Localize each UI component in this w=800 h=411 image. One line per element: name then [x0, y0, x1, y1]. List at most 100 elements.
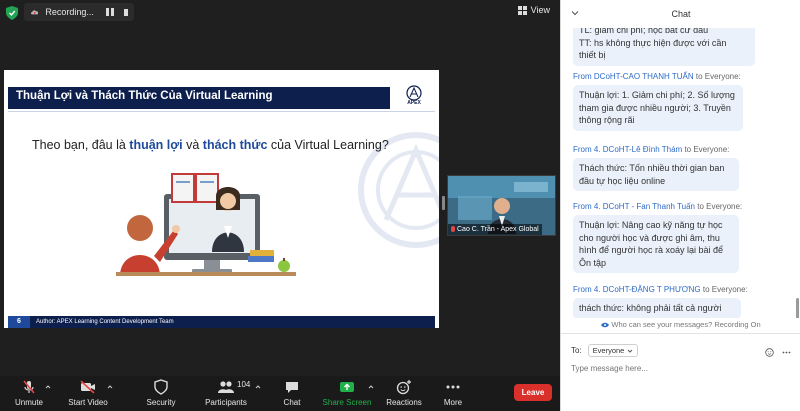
- panel-resize-handle[interactable]: [442, 196, 445, 210]
- view-label: View: [530, 5, 550, 15]
- chat-divider: [561, 333, 800, 334]
- participant-name-text: Cao C. Trần - Apex Global: [457, 226, 539, 233]
- more-label: More: [443, 398, 463, 407]
- grid-icon: [517, 5, 527, 15]
- sender-name: From 4. DCoHT-Lê Đình Thám: [573, 145, 683, 154]
- shield-icon[interactable]: [6, 6, 18, 20]
- chat-message-bubble: Thách thức: Tốn nhiều thời gian ban đầu …: [573, 158, 739, 191]
- message-line: thông rộng rãi: [579, 115, 635, 125]
- apex-logo-text: APEX: [407, 100, 421, 106]
- message-sender: From 4. DCoHT-ĐẶNG T PHƯƠNG to Everyone:: [573, 285, 748, 294]
- participant-video-tile[interactable]: Cao C. Trần - Apex Global: [447, 175, 556, 236]
- message-line: thách thức: không phải tất cả người: [579, 303, 722, 313]
- chevron-down-icon: [628, 349, 633, 353]
- chat-message-bubble: Thuận lợi: 1. Giảm chi phí; 2. Số lượng …: [573, 85, 743, 131]
- shield-icon: [154, 379, 168, 395]
- security-label: Security: [146, 398, 176, 407]
- unmute-label: Unmute: [14, 398, 43, 407]
- slide-title: Thuận Lợi và Thách Thức Của Virtual Lear…: [16, 90, 273, 102]
- message-line: Thách thức: Tốn nhiều thời gian ban: [579, 163, 725, 173]
- to-label: To:: [571, 346, 582, 355]
- cloud-record-icon: [31, 10, 39, 15]
- message-sender: From 4. DCoHT-Lê Đình Thám to Everyone:: [573, 145, 729, 154]
- more-dots-icon: [446, 385, 460, 389]
- message-line: Thuận lợi: Nâng cao kỹ năng tự học: [579, 220, 723, 230]
- sender-name: From DCoHT-CAO THANH TUẤN: [573, 72, 694, 81]
- video-off-icon: [80, 380, 95, 394]
- message-line: cho người học và được ghi âm, thu: [579, 232, 720, 243]
- privacy-note-text: Who can see your messages? Recording On: [611, 320, 761, 329]
- recording-label: Recording...: [45, 7, 94, 17]
- question-prefix: Theo bạn, đâu là: [32, 138, 130, 152]
- message-line: Thuận lợi: 1. Giảm chi phí; 2. Số lượng: [579, 90, 735, 100]
- shared-slide: Thuận Lợi và Thách Thức Của Virtual Lear…: [4, 70, 439, 328]
- recipient: to Everyone:: [684, 145, 730, 154]
- message-sender: From DCoHT-CAO THANH TUẤN to Everyone:: [573, 72, 741, 81]
- recipient-select[interactable]: Everyone: [587, 344, 639, 357]
- question-highlight-challenges: thách thức: [202, 138, 268, 152]
- pause-recording-icon[interactable]: [105, 8, 114, 16]
- start-video-button[interactable]: Start Video: [66, 379, 110, 409]
- sender-name: From 4. DCoHT-ĐẶNG T PHƯƠNG: [573, 285, 701, 294]
- message-line: đầu tự học liệu online: [579, 175, 666, 186]
- chevron-up-icon[interactable]: [45, 384, 51, 390]
- chat-title: Chat: [671, 9, 691, 19]
- chat-label: Chat: [283, 398, 301, 407]
- recording-indicator[interactable]: Recording...: [24, 3, 134, 21]
- apex-logo-icon: [406, 85, 422, 101]
- meeting-area: Recording... View Thuận Lợi và Thách Thứ…: [0, 0, 560, 376]
- microphone-muted-icon: [23, 380, 35, 394]
- recipient-row: To: Everyone: [571, 344, 639, 357]
- chat-bubble-icon: [286, 382, 298, 393]
- participants-icon: [218, 381, 234, 393]
- message-line: TT: hs không thực hiện được với cần: [579, 37, 727, 48]
- message-line: thiết bị: [579, 50, 606, 60]
- chat-message-bubble: thách thức: không phải tất cả người: [573, 298, 741, 318]
- participants-label: Participants: [205, 398, 247, 407]
- leave-button[interactable]: Leave: [514, 384, 552, 401]
- slide-title-bar: Thuận Lợi và Thách Thức Của Virtual Lear…: [8, 87, 390, 109]
- virtual-learning-illustration: [116, 173, 296, 276]
- recipient: to Everyone:: [702, 285, 748, 294]
- emoji-icon[interactable]: [765, 344, 774, 357]
- chat-message-input[interactable]: [571, 361, 791, 375]
- message-line: tham gia được nhiều người; 3. Truyền: [579, 102, 731, 113]
- share-screen-icon: [340, 382, 354, 392]
- chat-header: Chat: [561, 0, 800, 28]
- eye-icon: [601, 322, 610, 328]
- participant-name: Cao C. Trần - Apex Global: [448, 224, 542, 235]
- slide-question: Theo bạn, đâu là thuận lợi và thách thức…: [32, 138, 389, 152]
- more-options-icon[interactable]: [782, 344, 791, 354]
- meeting-toolbar: Unmute Start Video Security Participants…: [0, 376, 560, 411]
- mic-muted-icon: [451, 226, 455, 232]
- privacy-note[interactable]: Who can see your messages? Recording On: [561, 320, 800, 329]
- reactions-button[interactable]: Reactions: [384, 379, 424, 409]
- question-highlight-advantages: thuận lợi: [129, 138, 183, 152]
- slide-divider: [8, 111, 435, 112]
- chevron-up-icon[interactable]: [107, 384, 113, 390]
- question-mid: và: [182, 138, 203, 152]
- chat-message-bubble: Thuận lợi: Nâng cao kỹ năng tự học cho n…: [573, 215, 739, 273]
- security-button[interactable]: Security: [142, 379, 180, 409]
- slide-footer: 6 Author: APEX Learning Content Developm…: [8, 316, 435, 328]
- recipient: to Everyone:: [697, 202, 743, 211]
- more-button[interactable]: More: [438, 379, 468, 409]
- smiley-plus-icon: [396, 380, 411, 395]
- share-screen-button[interactable]: Share Screen: [322, 379, 372, 409]
- unmute-button[interactable]: Unmute: [10, 379, 48, 409]
- message-sender: From 4. DCoHT - Fan Thanh Tuấn to Everyo…: [573, 202, 742, 211]
- chat-button[interactable]: Chat: [278, 379, 306, 409]
- slide-author: Author: APEX Learning Content Developmen…: [36, 319, 174, 325]
- slide-header: Thuận Lợi và Thách Thức Của Virtual Lear…: [4, 70, 439, 112]
- message-line: TL: giảm chi phí; học bất cứ đâu: [579, 28, 709, 35]
- slide-page-number: 6: [8, 316, 30, 328]
- chevron-up-icon[interactable]: [368, 384, 374, 390]
- chat-message-list[interactable]: TL: giảm chi phí; học bất cứ đâu TT: hs …: [561, 28, 800, 318]
- recipient-value: Everyone: [592, 346, 625, 355]
- chat-scrollbar[interactable]: [796, 298, 799, 318]
- participant-count: 104: [237, 380, 251, 389]
- stop-recording-icon[interactable]: [123, 8, 128, 16]
- question-suffix: của Virtual Learning?: [267, 138, 389, 152]
- view-button[interactable]: View: [517, 5, 550, 15]
- chevron-up-icon[interactable]: [255, 384, 261, 390]
